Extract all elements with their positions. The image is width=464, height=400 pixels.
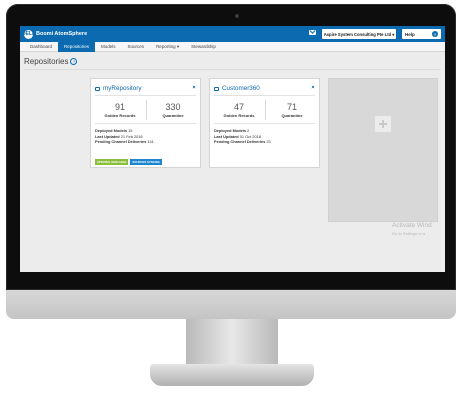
golden-records-label: Golden Records <box>223 113 255 118</box>
page-title-row: Repositories ? <box>24 57 78 66</box>
quarantine-stat: 330 Quarantine <box>148 102 198 118</box>
title-divider <box>24 69 441 70</box>
pending-deliveries-value: 23 <box>266 139 271 145</box>
activation-watermark: Activate Wind Go to Settings to a <box>392 222 432 236</box>
last-updated-value: 21 Feb 2018 <box>120 133 143 139</box>
page-title: Repositories <box>24 57 69 66</box>
nav-item-sources[interactable]: Sources <box>122 42 151 52</box>
stat-divider <box>146 100 147 120</box>
golden-records-stat: 91 Golden Records <box>95 102 145 118</box>
dell-logo-icon: DELL <box>21 29 36 39</box>
last-updated-label: Last Updated <box>214 133 239 139</box>
nav-item-stewardship[interactable]: Stewardship <box>185 42 222 52</box>
deployed-models-label: Deployed Models <box>95 128 127 133</box>
golden-records-count: 91 <box>114 102 125 112</box>
golden-records-stat: 47 Golden Records <box>214 102 264 118</box>
monitor-stand-base <box>150 364 314 386</box>
pending-deliveries-value: 141 <box>147 139 154 145</box>
card-divider <box>95 95 196 96</box>
stat-divider <box>265 100 266 120</box>
watermark-subtitle: Go to Settings to a <box>392 231 426 236</box>
quarantine-count: 71 <box>286 102 297 112</box>
quarantine-count: 330 <box>165 102 181 112</box>
quarantine-label: Quarantine <box>281 113 303 118</box>
pending-deliveries-row: Pending Channel Deliveries 23 <box>214 139 271 145</box>
nav-item-repositories[interactable]: Repositories <box>58 41 96 52</box>
nav-item-reporting[interactable]: Reporting ▾ <box>150 42 185 52</box>
monitor-stand-neck <box>186 319 278 367</box>
monitor-chin <box>6 290 456 319</box>
brand[interactable]: DELL Boomi AtomSphere <box>21 29 88 39</box>
quarantine-stat: 71 Quarantine <box>267 102 317 118</box>
nav-item-dashboard[interactable]: Dashboard <box>24 42 58 52</box>
account-label: Aspire System Consulting Pte Ltd <box>323 31 392 37</box>
gear-icon[interactable] <box>311 85 315 89</box>
quarantine-label: Quarantine <box>162 113 184 118</box>
add-repository-card[interactable] <box>328 78 438 222</box>
help-icon: ? <box>432 31 438 37</box>
camera-icon <box>235 14 239 18</box>
last-updated-label: Last Updated <box>95 133 120 139</box>
info-icon[interactable]: ? <box>70 58 78 65</box>
repository-card[interactable]: Customer360 47 Golden Records 71 Quarant… <box>209 78 320 168</box>
deployed-models-value: 2 <box>247 128 250 133</box>
database-icon <box>95 86 100 91</box>
deployed-models-value: 15 <box>128 128 133 133</box>
user-icon: ▾ <box>392 31 395 37</box>
updates-available-badge[interactable]: UPDATES AVAILABLE <box>95 159 129 165</box>
mail-icon[interactable] <box>309 30 316 35</box>
brand-name: Boomi AtomSphere <box>36 31 88 37</box>
account-button[interactable]: Aspire System Consulting Pte Ltd ▾ <box>322 29 396 39</box>
stat-rule <box>95 123 196 124</box>
card-header: Customer360 <box>214 85 260 92</box>
monitor-frame: DELL Boomi AtomSphere Aspire System Cons… <box>6 4 456 290</box>
golden-records-count: 47 <box>233 102 244 112</box>
gear-icon[interactable] <box>192 85 196 89</box>
main-nav: Dashboard Repositories Models Sources Re… <box>20 41 445 52</box>
repository-meta: Deployed Models 15 Last Updated 21 Feb 2… <box>95 128 154 145</box>
watermark-title: Activate Wind <box>392 222 432 229</box>
pending-deliveries-label: Pending Channel Deliveries <box>214 139 266 145</box>
repository-meta: Deployed Models 2 Last Updated 01 Oct 20… <box>214 128 271 145</box>
pending-deliveries-row: Pending Channel Deliveries 141 <box>95 139 154 145</box>
add-icon[interactable] <box>375 116 391 132</box>
deployed-models-label: Deployed Models <box>214 128 246 133</box>
golden-records-label: Golden Records <box>104 113 136 118</box>
sources-syncing-badge[interactable]: SOURCES SYNCING <box>130 159 162 165</box>
last-updated-value: 01 Oct 2018 <box>239 133 261 139</box>
help-button[interactable]: Help ? <box>402 29 441 39</box>
repository-card[interactable]: myRepository 91 Golden Records 330 Quara… <box>90 78 201 168</box>
database-icon <box>214 86 219 91</box>
repository-name[interactable]: Customer360 <box>222 85 260 92</box>
app-screen: DELL Boomi AtomSphere Aspire System Cons… <box>20 26 445 272</box>
stat-rule <box>214 123 315 124</box>
card-header: myRepository <box>95 85 142 92</box>
pending-deliveries-label: Pending Channel Deliveries <box>95 139 147 145</box>
nav-item-models[interactable]: Models <box>95 42 122 52</box>
repository-name[interactable]: myRepository <box>103 85 142 92</box>
help-label: Help <box>405 31 415 37</box>
top-bar: DELL Boomi AtomSphere Aspire System Cons… <box>20 26 445 42</box>
status-badges: UPDATES AVAILABLE SOURCES SYNCING <box>95 159 162 165</box>
card-divider <box>214 95 315 96</box>
